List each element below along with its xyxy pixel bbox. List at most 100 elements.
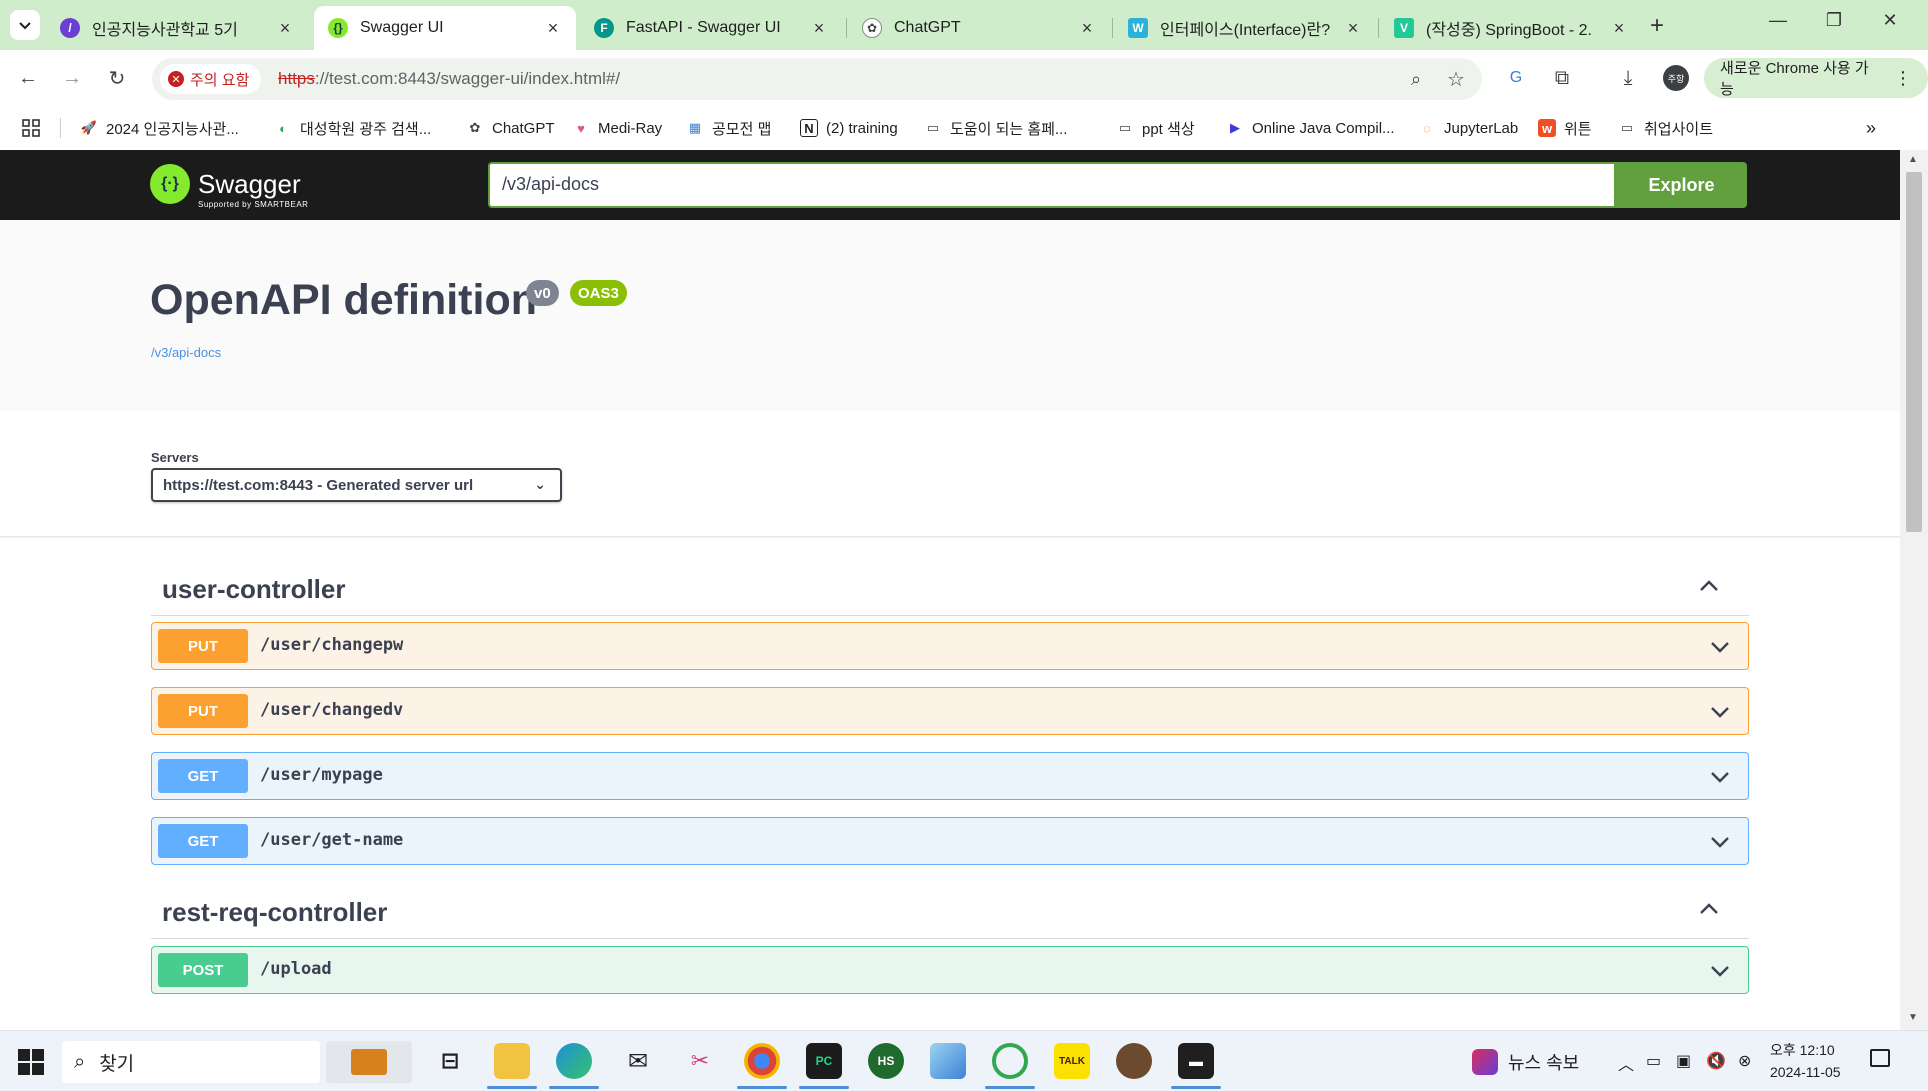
bookmark-daesung[interactable]: ◐ 대성학원 광주 검색... [274,116,431,140]
security-warning-chip[interactable]: ✕ 주의 요함 [160,64,262,94]
bookmark-chatgpt[interactable]: ✿ ChatGPT [466,116,555,140]
zoom-icon[interactable]: ⌕ [1402,65,1430,93]
spec-url-input[interactable]: /v3/api-docs [488,162,1616,208]
task-view-icon[interactable]: ⊟ [432,1043,468,1079]
url-text[interactable]: https://test.com:8443/swagger-ui/index.h… [278,69,620,89]
mail-icon[interactable]: ✉ [620,1043,656,1079]
restore-icon[interactable]: ❐ [1814,10,1854,31]
tab-springboot[interactable]: V (작성중) SpringBoot - 2. × [1380,6,1642,50]
terminal-icon[interactable]: ▬ [1178,1043,1214,1079]
running-indicator [985,1086,1035,1089]
close-icon[interactable]: × [1078,18,1096,39]
translate-icon[interactable]: G [1502,64,1530,92]
eclipse-icon[interactable] [1116,1043,1152,1079]
notepad-icon[interactable] [930,1043,966,1079]
chevron-down-icon[interactable] [1708,635,1732,659]
tag-rest-req-controller[interactable]: rest-req-controller [151,883,1749,939]
api-docs-link[interactable]: /v3/api-docs [151,345,221,360]
folder-icon: ▭ [926,120,940,135]
chevron-up-icon[interactable] [1697,897,1721,921]
scroll-up-arrow-icon[interactable]: ▲ [1908,154,1918,165]
windows-taskbar: ⌕ 찾기 ⊟ ✉ ✂ PC HS TALK ▬ 뉴스 속보 ︿ ▭ ▣ 🔇 ⊗ … [0,1030,1928,1091]
close-icon[interactable]: × [1344,18,1362,39]
close-icon[interactable]: × [276,18,294,39]
chevron-down-icon[interactable] [1708,830,1732,854]
scrollbar-thumb[interactable] [1906,172,1922,532]
operation-get-user-get-name[interactable]: GET /user/get-name [151,817,1749,865]
snipping-tool-icon[interactable]: ✂ [682,1043,718,1079]
reload-icon[interactable]: ↻ [103,64,131,92]
bookmark-folder-jobs[interactable]: ▭ 취업사이트 [1618,116,1713,140]
tab-interface[interactable]: W 인터페이스(Interface)란? × [1114,6,1376,50]
tab-fastapi[interactable]: F FastAPI - Swagger UI × [580,6,842,50]
bookmark-jupyterlab[interactable]: ◌ JupyterLab [1418,116,1518,140]
notifications-off-icon[interactable]: ⊗ [1738,1051,1751,1071]
operation-post-upload[interactable]: POST /upload [151,946,1749,994]
spring-tool-icon[interactable] [992,1043,1028,1079]
chevron-down-icon[interactable] [1708,959,1732,983]
scroll-down-arrow-icon[interactable]: ▼ [1908,1012,1918,1023]
tab-ai-school[interactable]: / 인공지능사관학교 5기 × [46,6,308,50]
lungs-icon: ♥ [577,120,585,136]
hs-app-icon[interactable]: HS [868,1043,904,1079]
bookmark-training[interactable]: N (2) training [800,116,898,140]
close-icon[interactable]: × [810,18,828,39]
tab-chatgpt[interactable]: ✿ ChatGPT × [848,6,1110,50]
chatgpt-favicon-icon: ✿ [862,18,882,38]
bookmark-folder-helpful[interactable]: ▭ 도움이 되는 홈페... [924,116,1068,140]
operation-get-user-mypage[interactable]: GET /user/mypage [151,752,1749,800]
not-secure-icon: ✕ [168,71,184,87]
kebab-menu-icon[interactable]: ⋮ [1894,68,1912,89]
apps-grid-icon[interactable] [22,116,40,140]
back-arrow-icon[interactable]: ← [14,64,42,92]
download-icon[interactable]: ⤓ [1614,64,1642,92]
tag-user-controller[interactable]: user-controller [151,560,1749,616]
swagger-topbar: {·} Swagger Supported by SMARTBEAR /v3/a… [0,150,1900,220]
operation-put-user-changepw[interactable]: PUT /user/changepw [151,622,1749,670]
network-icon[interactable]: ▣ [1676,1051,1691,1071]
taskbar-widget-briefcase[interactable] [326,1041,412,1083]
news-widget[interactable]: 뉴스 속보 [1472,1049,1579,1075]
edge-browser-icon[interactable] [556,1043,592,1079]
bookmark-medi-ray[interactable]: ♥ Medi-Ray [572,116,662,140]
chevron-down-icon[interactable] [1708,700,1732,724]
tab-swagger-ui[interactable]: {} Swagger UI × [314,6,576,50]
bookmarks-overflow-chevron-icon[interactable]: » [1866,116,1876,140]
bookmark-contest-map[interactable]: ▦ 공모전 맵 [686,116,772,140]
tray-chevron-up-icon[interactable]: ︿ [1618,1051,1634,1075]
bookmark-java-compiler[interactable]: ▶ Online Java Compil... [1226,116,1395,140]
volume-muted-icon[interactable]: 🔇 [1706,1051,1726,1071]
chevron-up-icon[interactable] [1697,574,1721,598]
taskbar-search[interactable]: ⌕ 찾기 [62,1041,320,1083]
bookmark-folder-ppt[interactable]: ▭ ppt 색상 [1116,116,1195,140]
forward-arrow-icon[interactable]: → [58,64,86,92]
star-icon[interactable]: ☆ [1442,65,1470,93]
address-bar[interactable]: ✕ 주의 요함 https://test.com:8443/swagger-ui… [152,58,1482,100]
bookmark-ai-school[interactable]: 🚀 2024 인공지능사관... [80,116,239,140]
tab-search-button[interactable] [10,10,40,40]
running-indicator [549,1086,599,1089]
battery-icon[interactable]: ▭ [1646,1051,1661,1071]
chrome-browser-icon[interactable] [744,1043,780,1079]
operation-put-user-changedv[interactable]: PUT /user/changedv [151,687,1749,735]
windows-start-icon[interactable] [18,1049,44,1075]
new-tab-plus-icon[interactable]: + [1650,12,1664,40]
notification-center-icon[interactable] [1870,1049,1890,1067]
chevron-down-icon[interactable] [1708,765,1732,789]
file-explorer-icon[interactable] [494,1043,530,1079]
swagger-logo[interactable]: {·} Swagger Supported by SMARTBEAR [150,164,308,209]
bookmark-wanted[interactable]: w 위튼 [1538,116,1592,140]
system-clock[interactable]: 오후 12:10 2024-11-05 [1770,1039,1841,1083]
profile-avatar[interactable]: 주항 [1662,64,1690,92]
close-icon[interactable]: × [1610,18,1628,39]
kakaotalk-icon[interactable]: TALK [1054,1043,1090,1079]
extensions-puzzle-icon[interactable]: ⧉ [1548,64,1576,92]
page-scrollbar[interactable]: ▲ ▼ [1900,150,1928,1030]
close-icon[interactable]: × [544,18,562,39]
pycharm-icon[interactable]: PC [806,1043,842,1079]
close-window-icon[interactable]: ✕ [1870,10,1910,31]
servers-select[interactable]: https://test.com:8443 - Generated server… [151,468,562,502]
chrome-update-button[interactable]: 새로운 Chrome 사용 가능 ⋮ [1704,58,1928,98]
explore-button[interactable]: Explore [1616,162,1747,208]
minimize-icon[interactable]: — [1758,10,1798,31]
